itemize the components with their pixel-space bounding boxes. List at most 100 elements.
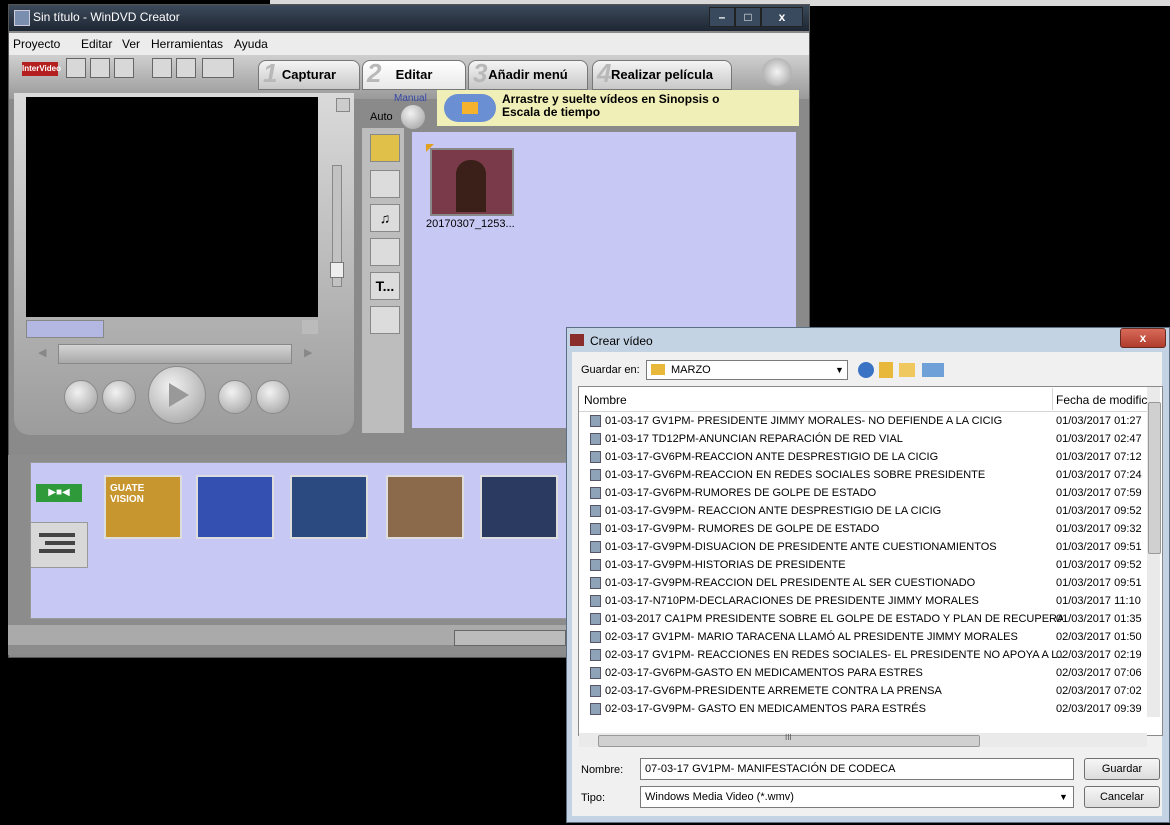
- transition-icon[interactable]: [370, 238, 400, 266]
- timeline-frame[interactable]: GUATE VISION: [104, 475, 182, 539]
- volume-slider-handle[interactable]: [330, 262, 344, 278]
- filename-input[interactable]: 07-03-17 GV1PM- MANIFESTACIÓN DE CODECA: [640, 758, 1074, 780]
- up-folder-icon[interactable]: [879, 362, 893, 378]
- horizontal-scroll-thumb[interactable]: III: [598, 733, 980, 747]
- fast-forward-button[interactable]: [102, 380, 136, 414]
- expand-icon[interactable]: [336, 98, 350, 112]
- play-button[interactable]: [148, 366, 206, 424]
- skip-forward-button[interactable]: [256, 380, 290, 414]
- column-date[interactable]: Fecha de modific: [1056, 393, 1147, 407]
- save-button[interactable]: Guardar: [1084, 758, 1160, 780]
- redo-icon[interactable]: [176, 58, 196, 78]
- file-row[interactable]: 02-03-17-GV9PM- GASTO EN MEDICAMENTOS PA…: [590, 700, 1145, 718]
- save-icon[interactable]: [114, 58, 134, 78]
- timeline-frame[interactable]: [196, 475, 274, 539]
- video-icon[interactable]: [370, 134, 400, 162]
- undo-icon[interactable]: [152, 58, 172, 78]
- back-icon[interactable]: [858, 362, 874, 378]
- file-row[interactable]: 01-03-17-GV6PM-RUMORES DE GOLPE DE ESTAD…: [590, 484, 1145, 502]
- file-icon: [590, 451, 601, 464]
- file-row[interactable]: 01-03-17-GV9PM-DISUACION DE PRESIDENTE A…: [590, 538, 1145, 556]
- image-icon[interactable]: [370, 170, 400, 198]
- file-date: 01/03/2017 07:24: [1056, 469, 1142, 481]
- tab-editar[interactable]: 2 Editar: [362, 59, 466, 90]
- vertical-scroll-thumb[interactable]: [1148, 402, 1161, 554]
- menu-herramientas[interactable]: Herramientas: [151, 37, 223, 51]
- file-row[interactable]: 01-03-17 TD12PM-ANUNCIAN REPARACIÓN DE R…: [590, 430, 1145, 448]
- timeline-frame[interactable]: [386, 475, 464, 539]
- menu-proyecto[interactable]: Proyecto: [13, 37, 60, 51]
- close-button[interactable]: x: [761, 7, 803, 27]
- file-name: 02-03-17-GV6PM-GASTO EN MEDICAMENTOS PAR…: [605, 667, 923, 680]
- storyboard-toggle[interactable]: ▶■◀: [36, 484, 82, 502]
- tab-capturar[interactable]: 1 Capturar: [258, 59, 360, 90]
- text-icon[interactable]: T...: [370, 272, 400, 300]
- file-name: 02-03-17 GV1PM- MARIO TARACENA LLAMÓ AL …: [605, 631, 1018, 644]
- effects-icon[interactable]: [370, 306, 400, 334]
- column-divider[interactable]: [1052, 388, 1053, 410]
- file-row[interactable]: 01-03-17-GV6PM-REACCION EN REDES SOCIALE…: [590, 466, 1145, 484]
- tools-icon[interactable]: [202, 58, 234, 78]
- timeline-frame[interactable]: [290, 475, 368, 539]
- maximize-button[interactable]: □: [735, 7, 761, 27]
- scrub-handle[interactable]: [26, 320, 104, 338]
- file-date: 01/03/2017 09:52: [1056, 505, 1142, 517]
- file-row[interactable]: 02-03-17-GV6PM-GASTO EN MEDICAMENTOS PAR…: [590, 664, 1145, 682]
- prev-frame-icon[interactable]: ◀: [38, 346, 52, 360]
- snapshot-icon[interactable]: [302, 320, 318, 334]
- column-name[interactable]: Nombre: [584, 393, 627, 407]
- menu-ver[interactable]: Ver: [122, 37, 140, 51]
- file-row[interactable]: 02-03-17 GV1PM- MARIO TARACENA LLAMÓ AL …: [590, 628, 1145, 646]
- tab-label: Editar: [395, 67, 433, 82]
- file-date: 01/03/2017 09:51: [1056, 541, 1142, 553]
- file-row[interactable]: 01-03-17-GV9PM-HISTORIAS DE PRESIDENTE 01…: [590, 556, 1145, 574]
- file-type-select[interactable]: Windows Media Video (*.wmv) ▼: [640, 786, 1074, 808]
- timeline-frame[interactable]: [480, 475, 558, 539]
- file-icon: [590, 505, 601, 518]
- file-name: 01-03-17-GV9PM-REACCION DEL PRESIDENTE A…: [605, 577, 976, 590]
- file-row[interactable]: 01-03-2017 CA1PM PRESIDENTE SOBRE EL GOL…: [590, 610, 1145, 628]
- timeline-view-button[interactable]: [30, 522, 88, 568]
- file-type-value: Windows Media Video (*.wmv): [645, 791, 794, 803]
- file-date: 02/03/2017 02:19: [1056, 649, 1142, 661]
- star-icon[interactable]: [762, 58, 792, 86]
- tab-anadir-menu[interactable]: 3 Añadir menú: [468, 59, 588, 90]
- skip-back-button[interactable]: [218, 380, 252, 414]
- new-folder-icon[interactable]: [899, 363, 915, 377]
- menu-editar[interactable]: Editar: [81, 37, 112, 51]
- file-row[interactable]: 01-03-17-GV9PM-REACCION DEL PRESIDENTE A…: [590, 574, 1145, 592]
- new-file-icon[interactable]: [66, 58, 86, 78]
- seek-bar[interactable]: [58, 344, 292, 364]
- music-icon[interactable]: ♫: [370, 204, 400, 232]
- file-row[interactable]: 01-03-17-GV9PM- REACCION ANTE DESPRESTIG…: [590, 502, 1145, 520]
- file-name: 01-03-17-GV6PM-RUMORES DE GOLPE DE ESTAD…: [605, 487, 877, 500]
- menu-ayuda[interactable]: Ayuda: [234, 37, 268, 51]
- mode-toggle-knob[interactable]: [400, 104, 426, 130]
- file-row[interactable]: 01-03-17-GV6PM-REACCION ANTE DESPRESTIGI…: [590, 448, 1145, 466]
- file-name: 01-03-17 GV1PM- PRESIDENTE JIMMY MORALES…: [605, 415, 1003, 428]
- preview-screen: [26, 97, 318, 317]
- file-row[interactable]: 02-03-17 GV1PM- REACCIONES EN REDES SOCI…: [590, 646, 1145, 664]
- file-icon: [590, 595, 601, 608]
- chevron-down-icon: ▼: [835, 365, 844, 375]
- app-icon: [14, 10, 30, 26]
- dialog-close-button[interactable]: x: [1120, 328, 1166, 348]
- minimize-button[interactable]: –: [709, 7, 735, 27]
- next-frame-icon[interactable]: ▶: [304, 346, 318, 360]
- file-name: 02-03-17-GV6PM-PRESIDENTE ARREMETE CONTR…: [605, 685, 942, 698]
- file-row[interactable]: 02-03-17-GV6PM-PRESIDENTE ARREMETE CONTR…: [590, 682, 1145, 700]
- play-icon: [169, 383, 189, 407]
- file-row[interactable]: 01-03-17-GV9PM- RUMORES DE GOLPE DE ESTA…: [590, 520, 1145, 538]
- file-name: 01-03-17-GV6PM-REACCION EN REDES SOCIALE…: [605, 469, 986, 482]
- tab-realizar-pelicula[interactable]: 4 Realizar película: [592, 59, 732, 90]
- file-row[interactable]: 01-03-17-N710PM-DECLARACIONES DE PRESIDE…: [590, 592, 1145, 610]
- file-row[interactable]: 01-03-17 GV1PM- PRESIDENTE JIMMY MORALES…: [590, 412, 1145, 430]
- open-folder-icon[interactable]: [90, 58, 110, 78]
- file-date: 01/03/2017 09:32: [1056, 523, 1142, 535]
- save-in-combo[interactable]: MARZO ▼: [646, 360, 848, 380]
- zoom-slider[interactable]: [454, 630, 566, 646]
- rewind-button[interactable]: [64, 380, 98, 414]
- view-menu-icon[interactable]: [922, 363, 944, 377]
- clip-thumbnail[interactable]: [430, 148, 514, 216]
- cancel-button[interactable]: Cancelar: [1084, 786, 1160, 808]
